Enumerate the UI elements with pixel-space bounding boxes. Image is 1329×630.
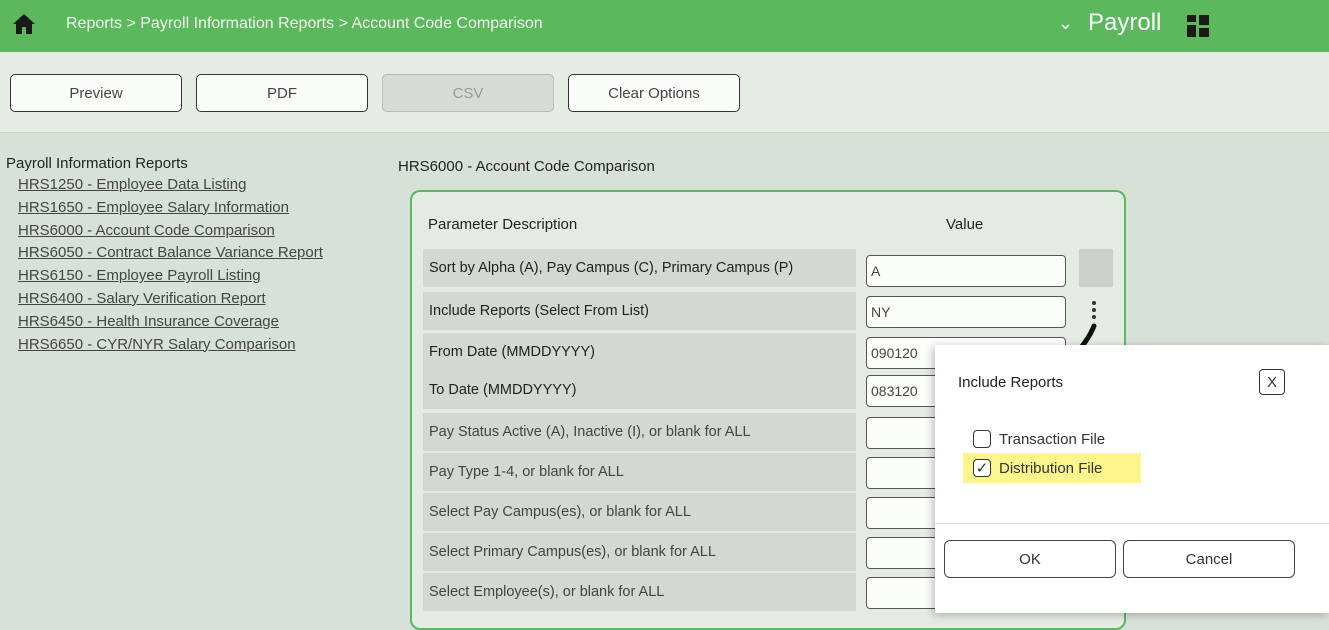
param-to-date-label: To Date (MMDDYYYY) <box>423 371 856 409</box>
param-from-date-label: From Date (MMDDYYYY) <box>423 333 856 371</box>
sort-input[interactable] <box>866 255 1066 287</box>
option-label: Transaction File <box>999 430 1106 448</box>
module-label[interactable]: Payroll <box>1088 9 1161 37</box>
param-pay-campus-label: Select Pay Campus(es), or blank for ALL <box>423 493 856 531</box>
chevron-down-icon[interactable]: ⌄ <box>1058 13 1073 34</box>
report-link-hrs6450[interactable]: HRS6450 - Health Insurance Coverage <box>18 311 376 334</box>
report-title: HRS6000 - Account Code Comparison <box>398 158 655 175</box>
param-pay-status-label: Pay Status Active (A), Inactive (I), or … <box>423 413 856 451</box>
close-button[interactable]: X <box>1259 369 1285 395</box>
distribution-file-checkbox[interactable]: ✓ <box>973 459 991 477</box>
home-icon[interactable] <box>12 12 36 36</box>
dialog-divider <box>935 523 1329 524</box>
report-link-hrs1250[interactable]: HRS1250 - Employee Data Listing <box>18 174 376 197</box>
csv-button: CSV <box>382 74 554 112</box>
option-distribution-file[interactable]: ✓ Distribution File <box>963 453 1141 483</box>
option-label: Distribution File <box>999 459 1103 477</box>
report-link-hrs6000[interactable]: HRS6000 - Account Code Comparison <box>18 220 376 243</box>
pdf-button[interactable]: PDF <box>196 74 368 112</box>
include-reports-input[interactable] <box>866 296 1066 328</box>
clear-options-button[interactable]: Clear Options <box>568 74 740 112</box>
grid-icon[interactable] <box>1186 14 1210 38</box>
option-transaction-file[interactable]: Transaction File <box>973 424 1105 454</box>
report-link-hrs6150[interactable]: HRS6150 - Employee Payroll Listing <box>18 265 376 288</box>
value-header: Value <box>946 216 984 233</box>
param-primary-campus-label: Select Primary Campus(es), or blank for … <box>423 533 856 571</box>
param-include-reports-label: Include Reports (Select From List) <box>423 292 856 330</box>
report-link-hrs6050[interactable]: HRS6050 - Contract Balance Variance Repo… <box>18 242 376 265</box>
report-link-hrs6400[interactable]: HRS6400 - Salary Verification Report <box>18 288 376 311</box>
report-link-hrs1650[interactable]: HRS1650 - Employee Salary Information <box>18 197 376 220</box>
breadcrumb: Reports > Payroll Information Reports > … <box>66 15 543 32</box>
report-list: Payroll Information Reports HRS1250 - Em… <box>6 155 376 356</box>
report-link-hrs6650[interactable]: HRS6650 - CYR/NYR Salary Comparison <box>18 334 376 357</box>
top-bar: Reports > Payroll Information Reports > … <box>0 0 1329 52</box>
param-sort-label: Sort by Alpha (A), Pay Campus (C), Prima… <box>423 249 856 287</box>
include-reports-dialog: Include Reports X Transaction File ✓ Dis… <box>935 345 1329 613</box>
ok-button[interactable]: OK <box>944 540 1116 578</box>
preview-button[interactable]: Preview <box>10 74 182 112</box>
report-list-title: Payroll Information Reports <box>6 155 188 172</box>
transaction-file-checkbox[interactable] <box>973 430 991 448</box>
dialog-title: Include Reports <box>958 374 1064 391</box>
toolbar: Preview PDF CSV Clear Options <box>0 52 1329 133</box>
parameter-description-header: Parameter Description <box>428 216 578 233</box>
more-options-icon[interactable] <box>1088 298 1100 322</box>
cancel-button[interactable]: Cancel <box>1123 540 1295 578</box>
param-employee-label: Select Employee(s), or blank for ALL <box>423 573 856 611</box>
sort-side-box <box>1079 249 1113 287</box>
param-pay-type-label: Pay Type 1-4, or blank for ALL <box>423 453 856 491</box>
